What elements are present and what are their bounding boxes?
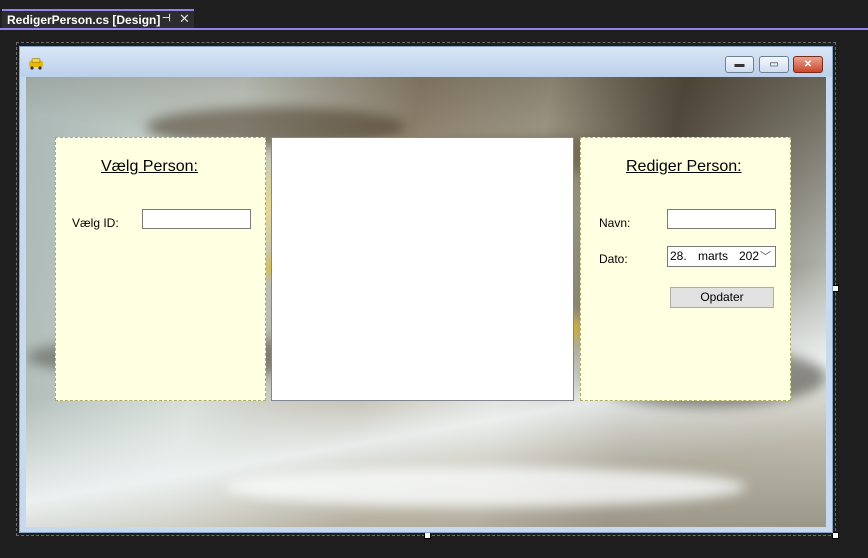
document-tab[interactable]: RedigerPerson.cs [Design] ⊣ ✕ <box>2 9 194 28</box>
minimize-button[interactable]: ▬ <box>725 56 754 73</box>
close-icon[interactable]: ✕ <box>179 11 190 27</box>
chevron-down-icon[interactable]: ﹀ <box>760 248 771 264</box>
select-id-input[interactable] <box>142 209 251 229</box>
name-input[interactable] <box>667 209 776 229</box>
form-title-bar: ▬ ▭ ✕ <box>20 47 832 77</box>
maximize-button[interactable]: ▭ <box>759 56 789 73</box>
person-list[interactable] <box>271 137 574 401</box>
pin-icon[interactable]: ⊣ <box>162 13 171 24</box>
resize-grip-corner[interactable] <box>832 532 839 539</box>
update-button[interactable]: Opdater <box>670 287 774 308</box>
close-icon: ✕ <box>803 59 813 70</box>
document-tab-strip: RedigerPerson.cs [Design] ⊣ ✕ <box>0 0 868 30</box>
document-tab-title: RedigerPerson.cs [Design] <box>7 13 161 27</box>
date-day: 28. <box>670 249 687 263</box>
minimize-icon: ▬ <box>734 59 745 70</box>
resize-grip-bottom[interactable] <box>424 532 431 539</box>
edit-person-heading: Rediger Person: <box>626 158 742 175</box>
edit-person-panel[interactable]: Rediger Person: Navn: Dato: 28. marts 20… <box>580 137 791 401</box>
select-id-label: Vælg ID: <box>72 216 119 230</box>
date-picker[interactable]: 28. marts 202 ﹀ <box>667 246 776 267</box>
resize-grip-right[interactable] <box>832 285 839 292</box>
background-streak <box>226 467 746 507</box>
name-label: Navn: <box>599 216 631 230</box>
maximize-icon: ▭ <box>769 59 779 70</box>
select-person-panel[interactable]: Vælg Person: Vælg ID: <box>55 137 266 401</box>
app-icon <box>29 58 43 70</box>
date-label: Dato: <box>599 252 628 266</box>
date-year: 202 <box>739 249 760 263</box>
close-button[interactable]: ✕ <box>793 56 823 73</box>
select-person-heading: Vælg Person: <box>101 158 198 175</box>
designer-form[interactable]: ▬ ▭ ✕ Vælg Person: Vælg ID: Rediger Pers… <box>19 46 833 533</box>
date-month: marts <box>698 249 728 263</box>
